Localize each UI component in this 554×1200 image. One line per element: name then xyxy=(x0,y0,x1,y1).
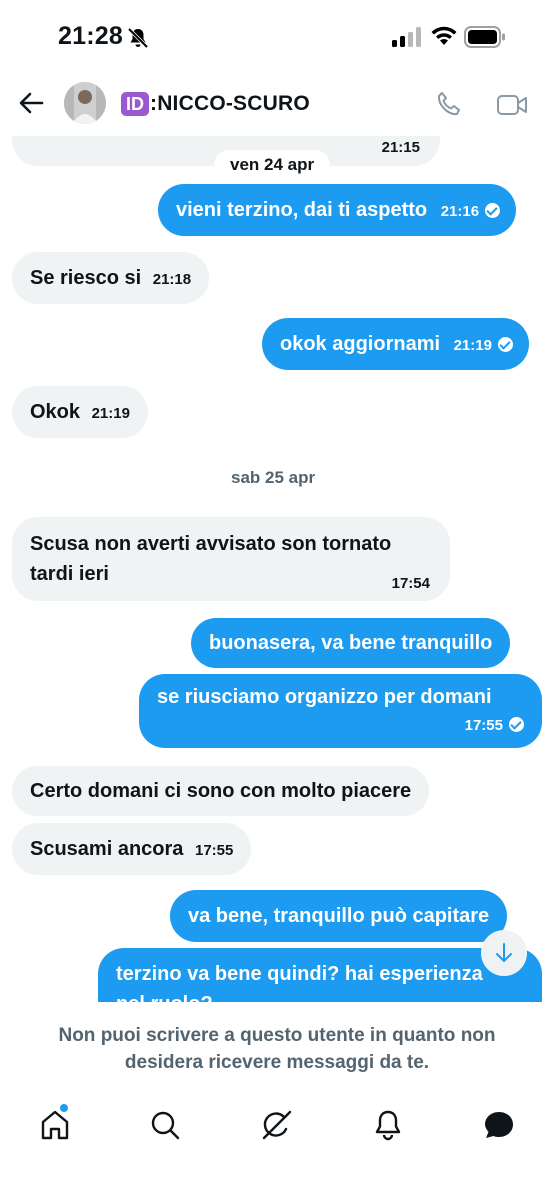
message-text: se riusciamo organizzo per domani xyxy=(157,686,492,708)
message-time: 21:19 xyxy=(91,405,130,422)
battery-icon xyxy=(464,26,505,48)
message-incoming[interactable]: Scusa non averti avvisato son tornato ta… xyxy=(12,517,450,601)
blocked-messaging-notice: Non puoi scrivere a questo utente in qua… xyxy=(0,1002,554,1088)
message-text: buonasera, va bene tranquillo xyxy=(209,632,493,654)
read-check-icon xyxy=(497,337,513,352)
message-text: Certo domani ci sono con molto piacere xyxy=(30,780,412,802)
bell-muted-icon xyxy=(127,27,149,49)
contact-name[interactable]: :NICCO-SCURO xyxy=(150,92,310,116)
message-time: 21:19 xyxy=(453,337,492,354)
scroll-down-button[interactable] xyxy=(481,930,527,976)
message-outgoing[interactable]: se riusciamo organizzo per domani 17:55 xyxy=(139,674,542,748)
date-separator: sab 25 apr xyxy=(231,468,316,487)
message-list[interactable]: 21:15 ven 24 apr vieni terzino, dai ti a… xyxy=(0,136,554,1002)
read-check-icon xyxy=(485,203,501,218)
message-text-line: Scusa non averti avvisato son tornato xyxy=(30,533,392,555)
message-incoming[interactable]: Scusami ancora 17:55 xyxy=(12,823,252,875)
message-outgoing[interactable]: okok aggiornami 21:19 xyxy=(262,318,529,370)
message-time: 21:18 xyxy=(152,271,192,288)
home-icon[interactable] xyxy=(38,1108,72,1142)
status-bar: 21:28 xyxy=(0,0,554,76)
message-time: 17:55 xyxy=(464,717,503,734)
message-text: Scusami ancora xyxy=(30,838,184,860)
back-arrow-icon[interactable] xyxy=(18,90,44,116)
message-time: 21:16 xyxy=(440,203,480,220)
unread-dot xyxy=(60,1104,68,1112)
message-outgoing[interactable]: terzino va bene quindi? hai esperienza n… xyxy=(98,948,542,1002)
conversation-header: ID :NICCO-SCURO xyxy=(0,76,554,136)
message-text: Okok xyxy=(30,401,81,423)
search-icon[interactable] xyxy=(148,1108,182,1142)
cellular-signal-icon xyxy=(392,27,421,47)
status-time: 21:28 xyxy=(58,22,123,50)
video-call-icon[interactable] xyxy=(496,92,528,118)
bottom-tab-bar xyxy=(0,1092,554,1200)
message-outgoing[interactable]: va bene, tranquillo può capitare xyxy=(170,890,508,942)
message-text-line: nel ruolo? xyxy=(116,989,524,1002)
id-emoji-badge: ID xyxy=(121,92,149,116)
message-outgoing[interactable]: buonasera, va bene tranquillo xyxy=(191,618,511,668)
notice-line: Non puoi scrivere a questo utente in qua… xyxy=(58,1025,496,1046)
message-text-line: tardi ieri xyxy=(30,563,109,585)
message-incoming[interactable]: Certo domani ci sono con molto piacere xyxy=(12,766,430,816)
avatar-image xyxy=(64,82,106,124)
notifications-icon[interactable] xyxy=(371,1108,405,1142)
notice-line: desidera ricevere messaggi da te. xyxy=(124,1052,430,1073)
message-text: va bene, tranquillo può capitare xyxy=(188,905,490,927)
message-outgoing[interactable]: vieni terzino, dai ti aspetto 21:16 xyxy=(158,184,517,236)
phone-call-icon[interactable] xyxy=(434,90,464,120)
message-incoming[interactable]: Okok 21:19 xyxy=(12,386,148,438)
message-text: vieni terzino, dai ti aspetto xyxy=(176,199,428,221)
messages-icon[interactable] xyxy=(482,1108,516,1142)
read-check-icon xyxy=(509,717,524,732)
grok-icon[interactable] xyxy=(260,1108,294,1142)
avatar[interactable] xyxy=(64,82,106,124)
message-time: 17:55 xyxy=(194,842,234,859)
message-time: 21:15 xyxy=(381,139,420,156)
message-text-line: terzino va bene quindi? hai esperienza xyxy=(116,963,483,985)
message-text: okok aggiornami xyxy=(280,333,441,355)
message-incoming[interactable]: Se riesco si 21:18 xyxy=(12,252,210,304)
message-text: Se riesco si xyxy=(30,267,142,289)
wifi-icon xyxy=(431,26,457,45)
message-time: 17:54 xyxy=(391,575,430,592)
date-separator: ven 24 apr xyxy=(214,150,331,180)
